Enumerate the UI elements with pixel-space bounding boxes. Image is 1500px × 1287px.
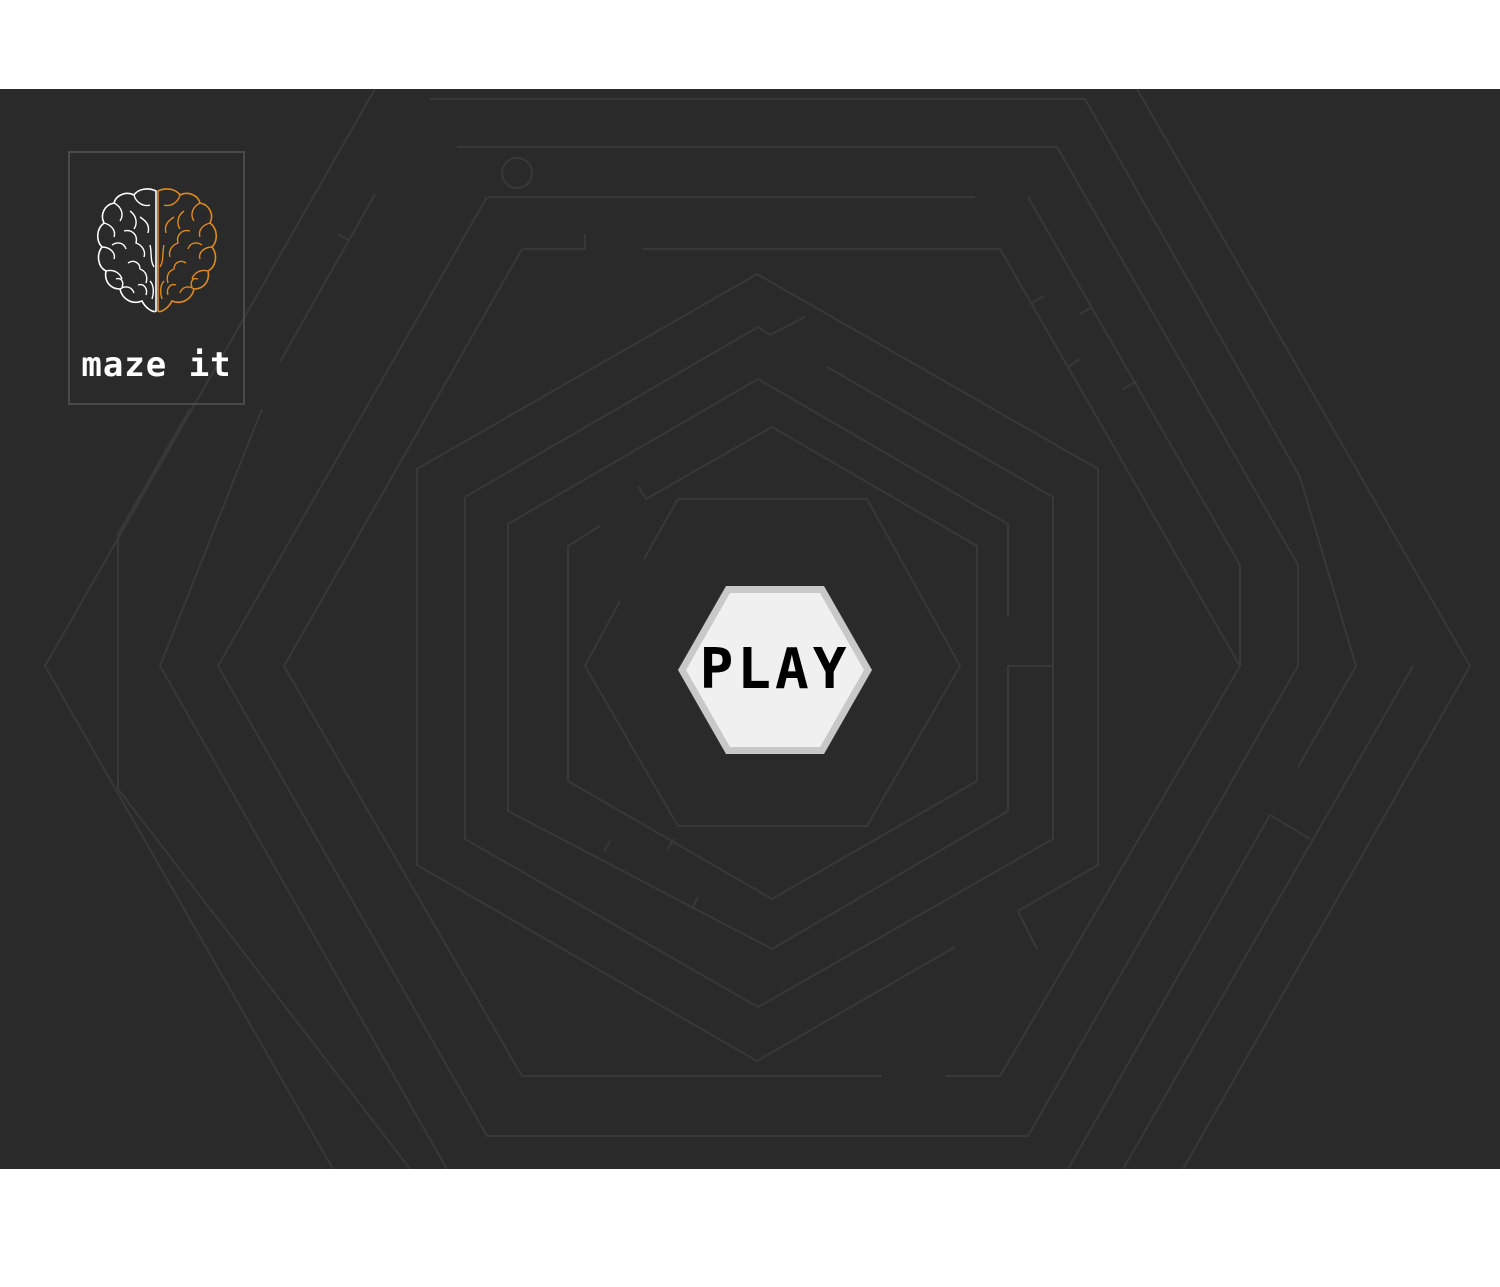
brain-icon <box>96 188 218 313</box>
logo-card: maze it <box>68 151 245 405</box>
play-label: PLAY <box>699 637 851 702</box>
play-button[interactable]: PLAY <box>676 584 874 756</box>
logo-text: maze it <box>81 345 232 385</box>
game-screen: maze it PLAY <box>0 89 1500 1169</box>
